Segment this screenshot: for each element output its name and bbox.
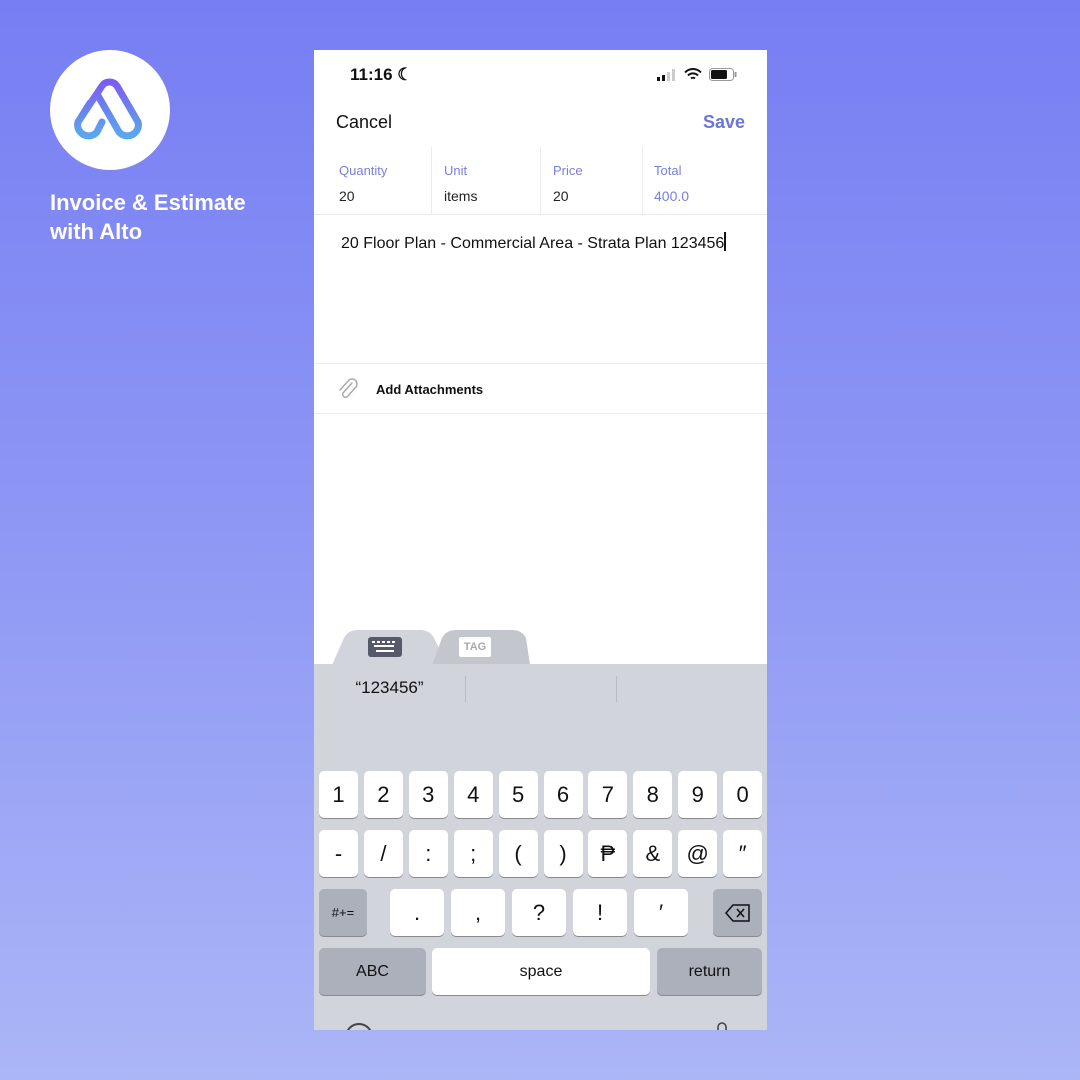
key-symbol[interactable]: : <box>408 830 448 877</box>
key-symbol[interactable]: / <box>363 830 403 877</box>
brand-line2: with Alto <box>50 219 143 244</box>
key-punctuation[interactable]: , <box>451 889 505 936</box>
key-punctuation[interactable]: ′ <box>634 889 688 936</box>
symbols-key[interactable]: #+= <box>319 889 367 936</box>
key-3[interactable]: 3 <box>408 771 448 818</box>
description-text: 20 Floor Plan - Commercial Area - Strata… <box>341 235 725 252</box>
description-input[interactable]: 20 Floor Plan - Commercial Area - Strata… <box>341 232 727 253</box>
key-punctuation[interactable]: . <box>390 889 444 936</box>
brand-line1: Invoice & Estimate <box>50 190 246 215</box>
signal-icon <box>657 68 675 81</box>
quantity-field[interactable]: Quantity 20 <box>339 147 432 215</box>
wifi-icon <box>684 68 702 80</box>
field-label: Price <box>553 163 583 178</box>
attachments-label: Add Attachments <box>376 382 484 397</box>
key-5[interactable]: 5 <box>498 771 538 818</box>
key-7[interactable]: 7 <box>588 771 628 818</box>
battery-icon <box>709 68 737 81</box>
key-2[interactable]: 2 <box>363 771 403 818</box>
paperclip-icon <box>339 378 358 399</box>
key-symbol[interactable]: & <box>633 830 673 877</box>
microphone-icon[interactable] <box>711 1021 733 1030</box>
total-field: Total 400.0 <box>654 147 767 215</box>
field-value: 400.0 <box>654 188 690 204</box>
key-6[interactable]: 6 <box>543 771 583 818</box>
keyboard-tabs <box>332 630 530 665</box>
item-fields: Quantity 20 Unit items Price 20 Total 400.0 <box>314 147 767 215</box>
key-symbol[interactable]: ″ <box>723 830 763 877</box>
key-symbol[interactable]: ( <box>498 830 538 877</box>
key-symbol[interactable]: ; <box>453 830 493 877</box>
price-field[interactable]: Price 20 <box>553 147 643 215</box>
add-attachments-button[interactable]: Add Attachments <box>314 363 767 414</box>
field-value[interactable]: 20 <box>339 188 431 204</box>
key-symbol[interactable]: - <box>319 830 358 877</box>
key-symbol[interactable]: ) <box>543 830 583 877</box>
status-icons <box>657 68 737 81</box>
suggestion-1[interactable]: “123456” <box>314 678 465 698</box>
app-logo <box>50 50 170 170</box>
delete-key[interactable] <box>713 889 762 936</box>
unit-field[interactable]: Unit items <box>444 147 541 215</box>
key-punctuation[interactable]: ? <box>512 889 566 936</box>
key-1[interactable]: 1 <box>319 771 358 818</box>
key-symbol[interactable]: ₱ <box>588 830 628 877</box>
field-value[interactable]: items <box>444 188 540 204</box>
status-time: 11:16 ☾ <box>350 65 413 84</box>
field-value[interactable]: 20 <box>553 188 642 204</box>
moon-icon: ☾ <box>397 65 413 84</box>
field-label: Unit <box>444 163 468 178</box>
key-punctuation[interactable]: ! <box>573 889 627 936</box>
field-label: Total <box>654 163 682 178</box>
keyboard: “123456” 1 -2 /3:4; 5 (6) 7 ₱ 8 & 9 @0 ″.,?! ′ #+= A… <box>314 664 767 1030</box>
key-0[interactable]: 0 <box>723 771 763 818</box>
cancel-button[interactable]: Cancel <box>336 112 392 133</box>
key-8[interactable]: 8 <box>633 771 673 818</box>
emoji-icon[interactable] <box>344 1022 374 1030</box>
delete-icon <box>724 903 750 922</box>
key-4[interactable]: 4 <box>453 771 493 818</box>
brand-title: Invoice & Estimate with Alto <box>50 188 246 246</box>
save-button[interactable]: Save <box>703 112 745 133</box>
phone-screen: 11:16 ☾ Cancel Save Quantity 20 Unit items… <box>314 50 767 1030</box>
return-key[interactable]: return <box>657 948 762 995</box>
text-cursor <box>724 232 727 251</box>
field-label: Quantity <box>339 163 388 178</box>
space-key[interactable]: space <box>432 948 650 995</box>
abc-key[interactable]: ABC <box>319 948 426 995</box>
key-symbol[interactable]: @ <box>678 830 718 877</box>
key-9[interactable]: 9 <box>678 771 718 818</box>
tag-label: TAG <box>463 641 487 653</box>
